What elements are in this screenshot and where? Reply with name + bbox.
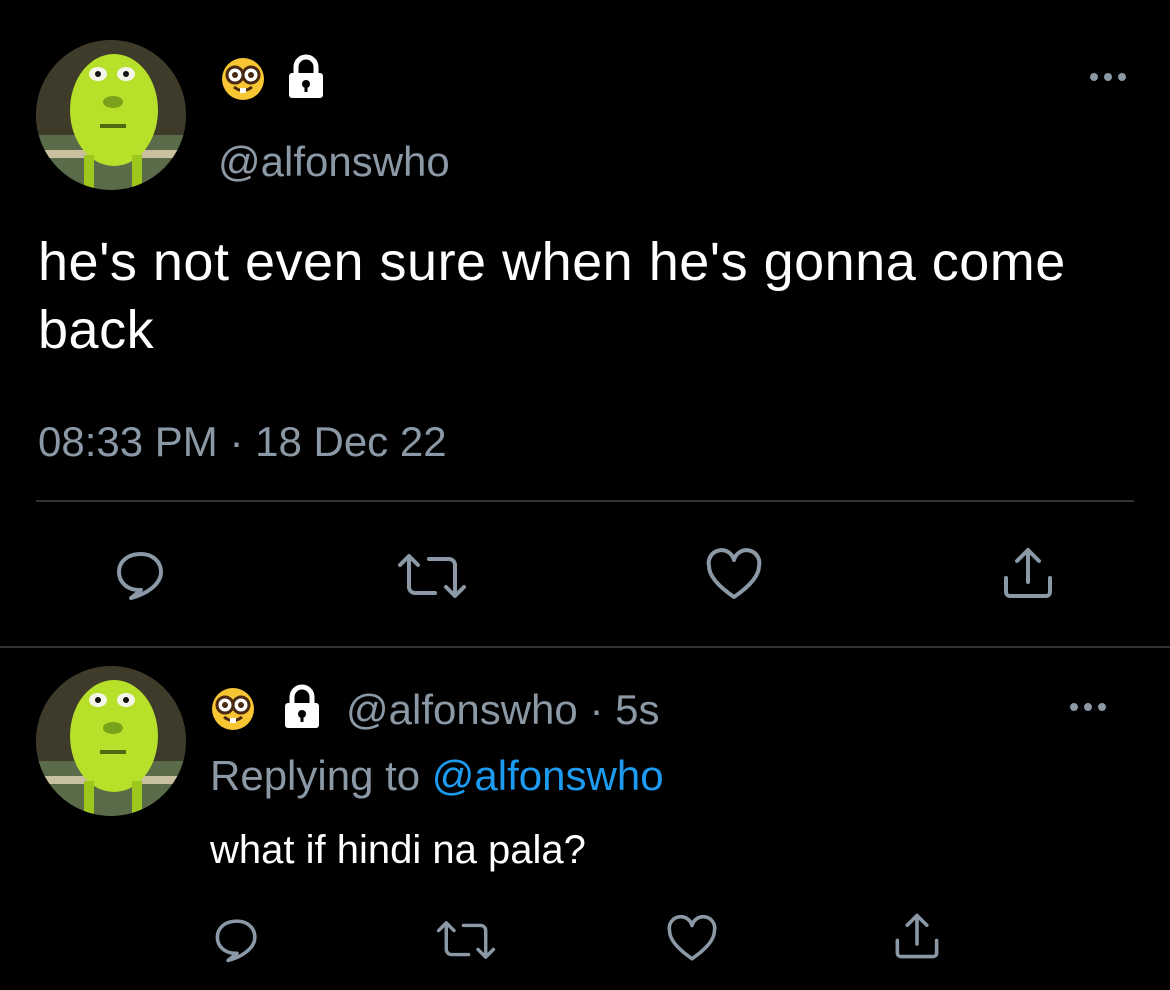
share-icon[interactable] — [1000, 544, 1056, 602]
reply-avatar[interactable] — [36, 666, 186, 816]
reply-share-icon[interactable] — [892, 910, 942, 962]
retweet-icon[interactable] — [395, 548, 469, 604]
reply-like-icon[interactable] — [666, 914, 718, 964]
tweet-timestamp[interactable]: 08:33 PM · 18 Dec 22 — [38, 418, 447, 466]
reply-icon[interactable] — [113, 546, 169, 602]
reply-text: what if hindi na pala? — [210, 828, 586, 872]
reply-reply-icon[interactable] — [212, 914, 262, 964]
divider — [36, 500, 1134, 502]
dot-separator: · — [589, 686, 604, 733]
lock-icon — [286, 54, 326, 100]
reply-handle[interactable]: @alfonswho — [346, 686, 578, 733]
reply-nerd-face-emoji-icon — [210, 686, 256, 732]
reply-header: @alfonswho · 5s — [346, 686, 659, 734]
tweet-text: he's not even sure when he's gonna come … — [38, 232, 1066, 360]
nerd-face-emoji-icon — [220, 56, 266, 102]
reply-lock-icon — [282, 684, 322, 730]
author-handle[interactable]: @alfonswho — [218, 138, 450, 186]
replying-to: Replying to @alfonswho — [210, 752, 664, 800]
like-icon[interactable] — [705, 548, 763, 602]
reply-time[interactable]: 5s — [615, 686, 659, 733]
more-icon[interactable] — [1088, 70, 1128, 84]
section-divider — [0, 646, 1170, 648]
reply-retweet-icon[interactable] — [434, 916, 498, 964]
replying-to-label: Replying to — [210, 752, 421, 799]
replying-to-handle-link[interactable]: @alfonswho — [432, 752, 664, 799]
reply-more-icon[interactable] — [1068, 700, 1108, 714]
avatar[interactable] — [36, 40, 186, 190]
